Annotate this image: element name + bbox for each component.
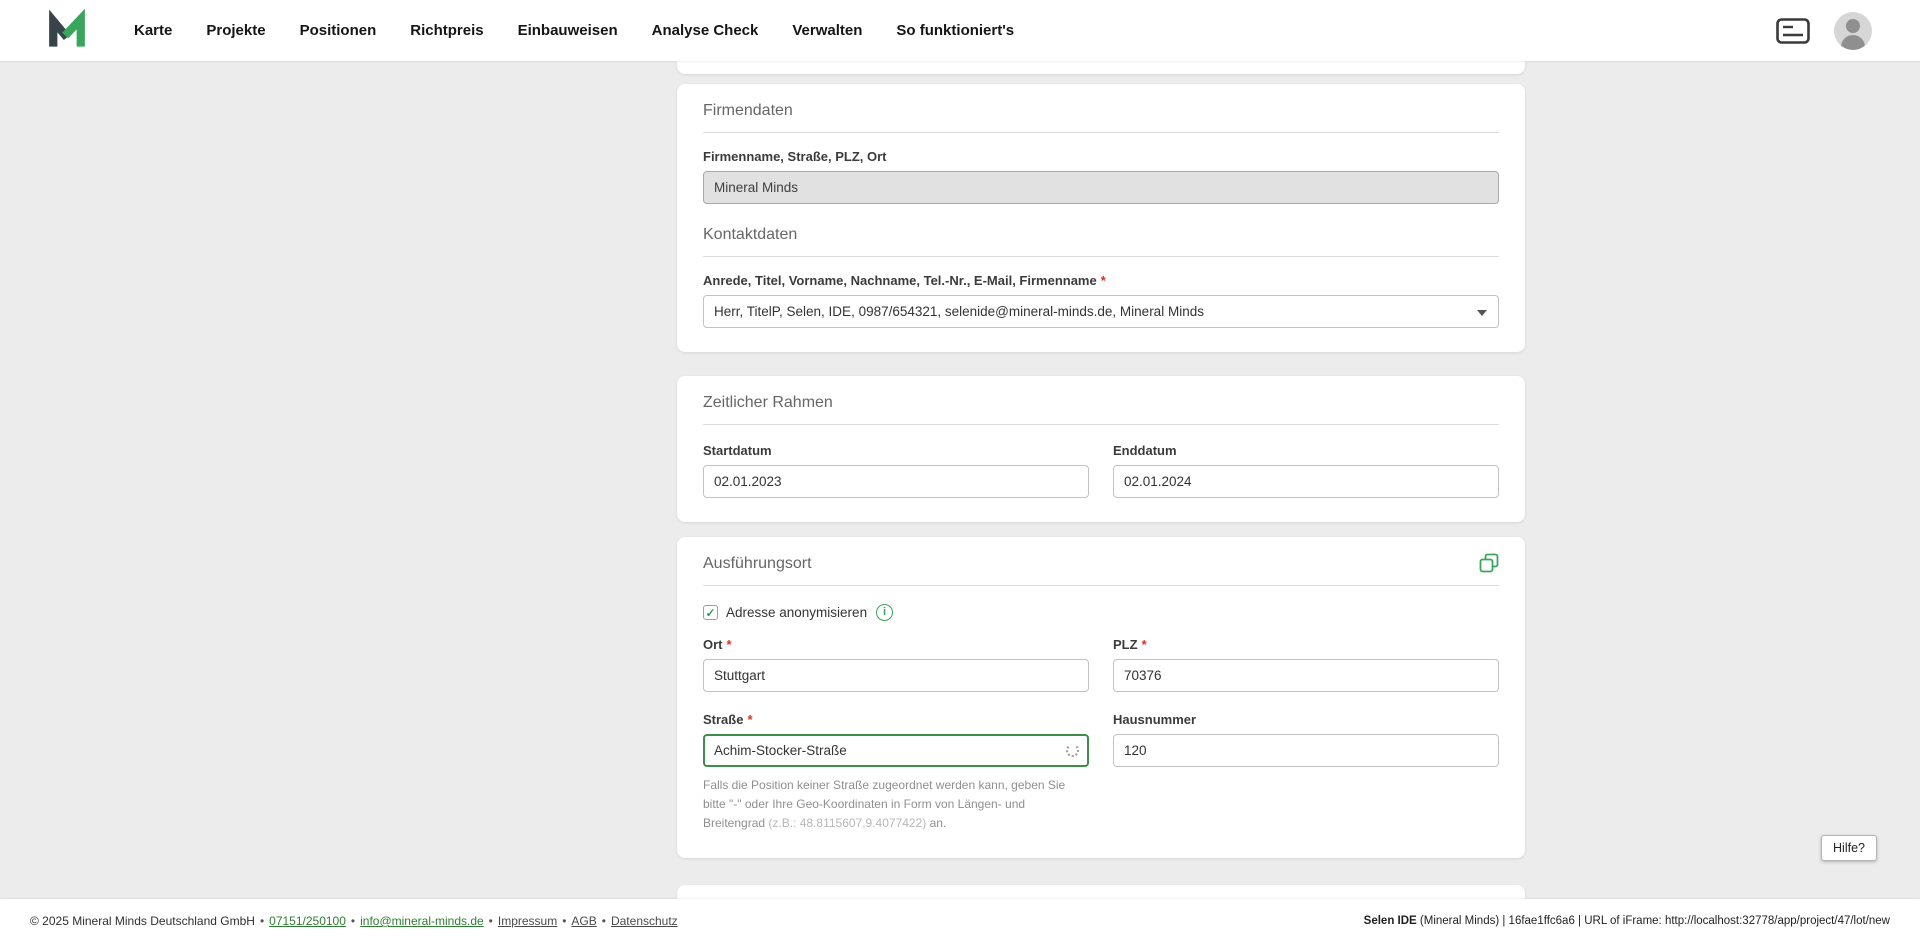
card-zeitlicher-rahmen: Zeitlicher Rahmen Startdatum Enddatum xyxy=(677,376,1525,522)
nav-item-so-funktionierts[interactable]: So funktioniert's xyxy=(879,0,1031,61)
company-field-label: Firmenname, Straße, PLZ, Ort xyxy=(703,149,887,164)
date-row: Startdatum Enddatum xyxy=(703,427,1499,498)
contact-select[interactable]: Herr, TitelP, Selen, IDE, 0987/654321, s… xyxy=(703,295,1499,328)
header-actions xyxy=(1776,11,1920,50)
startdatum-input[interactable] xyxy=(703,465,1089,498)
separator: • xyxy=(562,914,567,928)
nav-item-einbauweisen[interactable]: Einbauweisen xyxy=(501,0,635,61)
footer-app-details: (Mineral Minds) | 16fae1ffc6a6 | URL of … xyxy=(1416,915,1890,927)
helper-text-example: (z.B.: 48.8115607,9.4077422) xyxy=(768,816,927,831)
strasse-label: Straße * xyxy=(703,712,1089,727)
card-partial-top xyxy=(677,61,1525,74)
plz-input[interactable] xyxy=(1113,659,1499,692)
footer-phone-link[interactable]: 07151/250100 xyxy=(269,914,346,928)
strasse-helper-text: Falls die Position keiner Straße zugeord… xyxy=(703,776,1089,834)
avatar-body-icon xyxy=(1841,34,1865,50)
anonymize-label: Adresse anonymisieren xyxy=(726,605,868,620)
footer-datenschutz-link[interactable]: Datenschutz xyxy=(611,914,678,928)
hausnummer-label: Hausnummer xyxy=(1113,712,1197,727)
nav-item-analyse-check[interactable]: Analyse Check xyxy=(635,0,776,61)
strasse-hausnummer-row: Straße* Falls die Position keiner Straße… xyxy=(703,696,1499,834)
kontaktdaten-title: Kontaktdaten xyxy=(703,226,798,243)
check-icon: ✓ xyxy=(705,605,716,620)
footer-impressum-link[interactable]: Impressum xyxy=(498,914,557,928)
anonymize-checkbox[interactable]: ✓ xyxy=(703,605,718,620)
divider xyxy=(703,585,1499,586)
strasse-label-text: Straße xyxy=(703,712,744,727)
firmendaten-title: Firmendaten xyxy=(703,102,793,119)
contact-select-value: Herr, TitelP, Selen, IDE, 0987/654321, s… xyxy=(714,304,1204,319)
strasse-input[interactable] xyxy=(703,734,1089,767)
avatar-head-icon xyxy=(1846,18,1860,33)
nav-item-verwalten[interactable]: Verwalten xyxy=(775,0,879,61)
zeitraum-title: Zeitlicher Rahmen xyxy=(703,394,833,411)
nav-item-projekte[interactable]: Projekte xyxy=(189,0,282,61)
separator: • xyxy=(601,914,606,928)
main-nav: Karte Projekte Positionen Richtpreis Ein… xyxy=(117,0,1031,61)
required-marker: * xyxy=(1100,273,1106,288)
ort-label: Ort * xyxy=(703,637,1089,652)
server-icon[interactable] xyxy=(1776,17,1810,44)
ort-input[interactable] xyxy=(703,659,1089,692)
startdatum-label: Startdatum xyxy=(703,443,772,458)
info-icon[interactable]: i xyxy=(876,604,894,621)
copy-address-icon[interactable] xyxy=(1479,553,1499,573)
loading-spinner-icon xyxy=(1066,743,1079,757)
nav-item-karte[interactable]: Karte xyxy=(117,0,189,61)
nav-item-richtpreis[interactable]: Richtpreis xyxy=(393,0,500,61)
help-button[interactable]: Hilfe? xyxy=(1821,835,1877,861)
divider xyxy=(703,424,1499,425)
required-marker: * xyxy=(747,712,753,727)
anonymize-row: ✓ Adresse anonymisieren i xyxy=(703,604,1499,621)
separator: • xyxy=(259,914,265,928)
ort-plz-row: Ort* PLZ* xyxy=(703,621,1499,692)
contact-field-label-text: Anrede, Titel, Vorname, Nachname, Tel.-N… xyxy=(703,273,1097,288)
contact-field-label: Anrede, Titel, Vorname, Nachname, Tel.-N… xyxy=(703,273,1499,288)
divider xyxy=(703,132,1499,133)
footer-debug-info: Selen IDE (Mineral Minds) | 16fae1ffc6a6… xyxy=(1364,915,1890,927)
ausfuehrungsort-title: Ausführungsort xyxy=(703,555,812,572)
user-avatar[interactable] xyxy=(1834,11,1872,50)
ort-label-text: Ort xyxy=(703,637,723,652)
enddatum-label: Enddatum xyxy=(1113,443,1177,458)
mineral-minds-logo[interactable] xyxy=(45,8,89,53)
hausnummer-input[interactable] xyxy=(1113,734,1499,767)
separator: • xyxy=(488,914,493,928)
chevron-down-icon xyxy=(1477,309,1487,316)
main-content: Firmendaten Firmenname, Straße, PLZ, Ort… xyxy=(677,61,1525,903)
footer-agb-link[interactable]: AGB xyxy=(571,914,596,928)
top-navbar: Karte Projekte Positionen Richtpreis Ein… xyxy=(0,0,1920,61)
footer: © 2025 Mineral Minds Deutschland GmbH • 07… xyxy=(0,899,1920,943)
footer-copyright: © 2025 Mineral Minds Deutschland GmbH xyxy=(30,914,255,928)
card-ausfuehrungsort: Ausführungsort ✓ Adresse anonymisieren i… xyxy=(677,537,1525,858)
separator: • xyxy=(350,914,356,928)
nav-item-positionen[interactable]: Positionen xyxy=(283,0,394,61)
footer-left: © 2025 Mineral Minds Deutschland GmbH • 07… xyxy=(30,914,678,928)
card-firmendaten: Firmendaten Firmenname, Straße, PLZ, Ort… xyxy=(677,84,1525,352)
footer-email-link[interactable]: info@mineral-minds.de xyxy=(360,914,484,928)
required-marker: * xyxy=(1141,637,1147,652)
helper-text-suffix: an. xyxy=(926,816,947,831)
footer-app-name: Selen IDE xyxy=(1363,915,1417,927)
divider xyxy=(703,256,1499,257)
plz-label-text: PLZ xyxy=(1113,637,1138,652)
plz-label: PLZ * xyxy=(1113,637,1499,652)
company-input xyxy=(703,171,1499,204)
enddatum-input[interactable] xyxy=(1113,465,1499,498)
required-marker: * xyxy=(726,637,732,652)
